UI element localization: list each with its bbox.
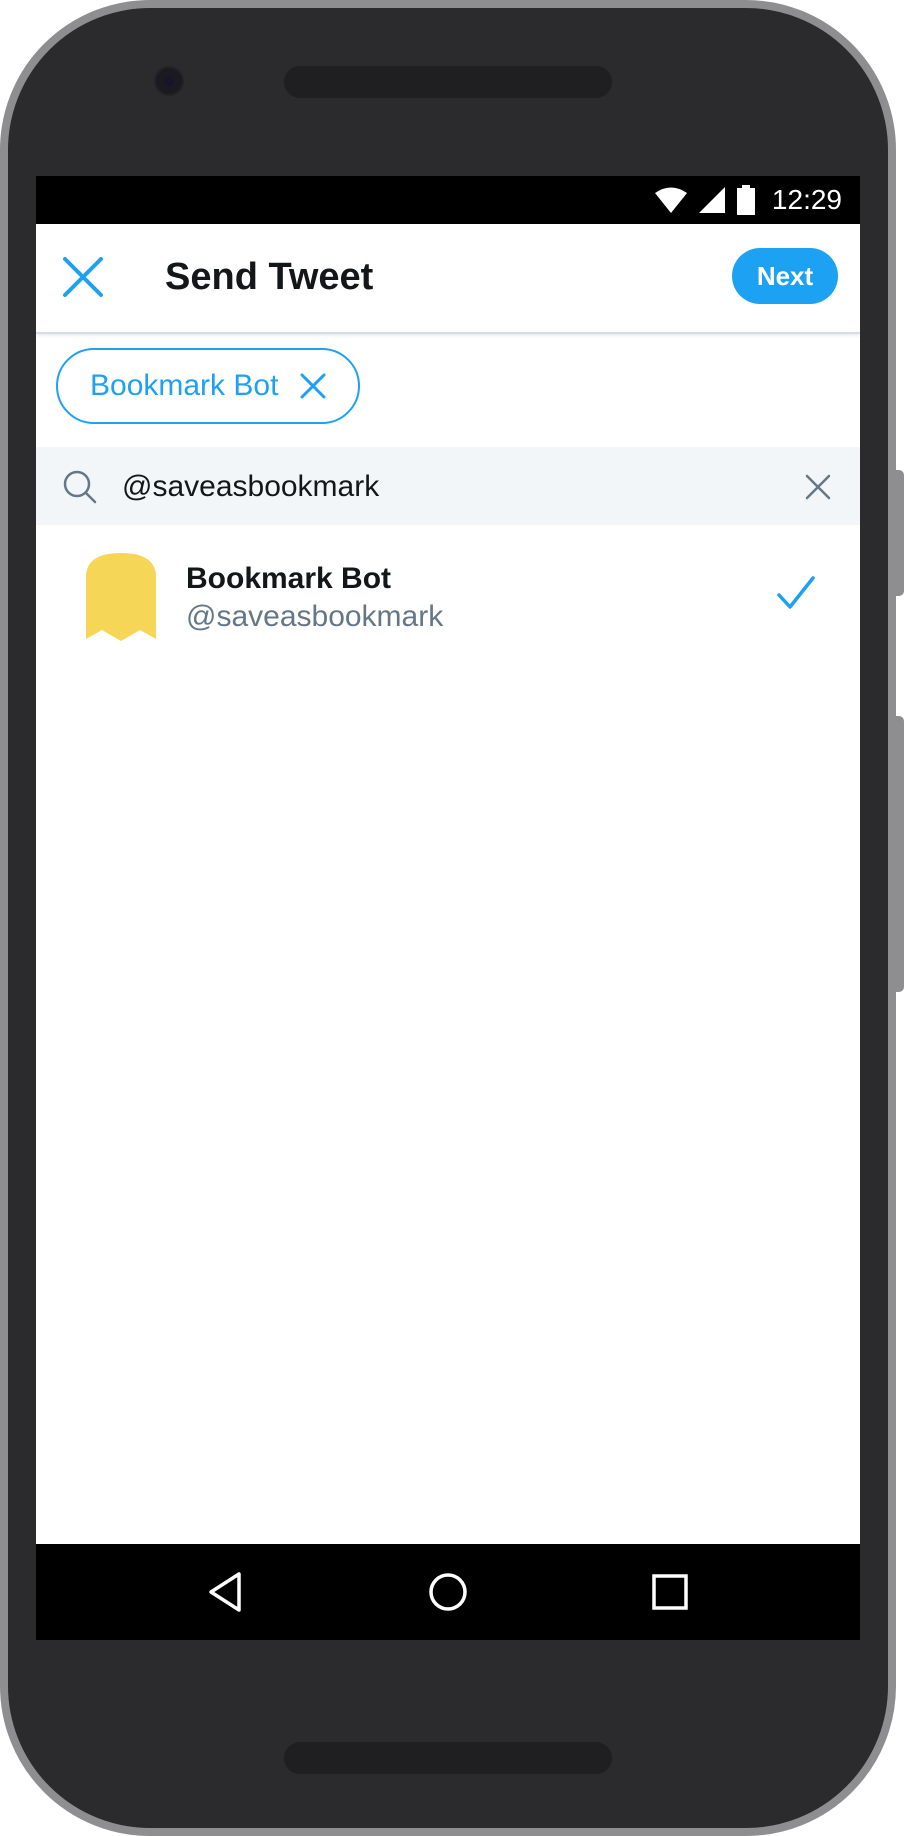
search-icon — [63, 470, 97, 504]
search-bar — [36, 447, 860, 525]
home-icon — [429, 1573, 467, 1611]
avatar — [86, 553, 156, 641]
phone-side-button-upper — [894, 470, 904, 596]
search-input[interactable] — [120, 461, 764, 513]
status-icons: 12:29 — [654, 176, 842, 224]
app-bar: Send Tweet Next — [36, 224, 860, 334]
clear-search-icon[interactable] — [804, 473, 832, 501]
wifi-icon — [654, 187, 687, 213]
result-user-handle: @saveasbookmark — [186, 600, 444, 633]
bottom-speaker — [284, 1742, 612, 1774]
close-icon — [63, 257, 103, 297]
page-title: Send Tweet — [165, 256, 374, 298]
signal-icon — [698, 187, 725, 213]
system-nav-bar — [36, 1544, 860, 1640]
phone-side-button-lower — [894, 716, 904, 992]
nav-home-button[interactable] — [422, 1566, 474, 1618]
close-button[interactable] — [60, 254, 106, 300]
result-user-name: Bookmark Bot — [186, 562, 392, 595]
recents-icon — [652, 1574, 688, 1610]
user-result-row[interactable]: Bookmark Bot @saveasbookmark — [36, 529, 860, 657]
nav-back-button[interactable] — [201, 1566, 253, 1618]
chip-label: Bookmark Bot — [90, 369, 279, 402]
front-camera — [154, 66, 184, 96]
screen: 12:29 Send Tweet Next Bookmark Bot @save… — [36, 176, 860, 1640]
chip-remove-icon[interactable] — [300, 373, 326, 399]
status-bar: 12:29 — [36, 176, 860, 224]
selected-recipient-chip[interactable]: Bookmark Bot — [56, 348, 361, 424]
back-icon — [209, 1572, 241, 1612]
nav-recents-button[interactable] — [644, 1566, 696, 1618]
checkmark-icon — [777, 576, 815, 609]
next-button[interactable]: Next — [732, 248, 838, 304]
status-time: 12:29 — [771, 184, 842, 215]
top-speaker — [284, 66, 612, 98]
battery-icon — [736, 185, 755, 215]
